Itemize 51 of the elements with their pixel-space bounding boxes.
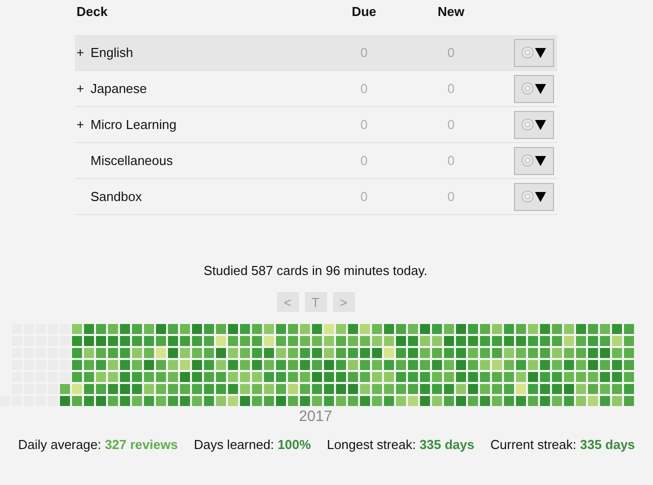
column-header: New [436, 4, 466, 19]
expand-toggle[interactable]: + [76, 81, 90, 96]
new-count: 0 [446, 45, 456, 60]
new-count: 0 [446, 81, 456, 96]
gear-icon [521, 118, 534, 131]
due-count: 0 [359, 45, 369, 60]
stat-value: 100% [278, 437, 311, 452]
deck-name[interactable]: Miscellaneous [90, 153, 173, 168]
caret-icon [535, 191, 546, 202]
deck-options-button[interactable] [514, 74, 554, 102]
stat-label: Daily average: 327 reviews [18, 437, 178, 452]
deck-row[interactable]: + Micro Learning 0 0 [74, 107, 556, 143]
gear-icon [521, 154, 534, 167]
caret-icon [535, 155, 546, 166]
deck-options-button[interactable] [514, 38, 554, 66]
caret-icon [535, 83, 546, 94]
expand-toggle[interactable]: + [76, 45, 90, 60]
stat-value: 335 days [580, 437, 635, 452]
deck-row[interactable]: + English 0 0 [74, 35, 556, 71]
deck-options-button[interactable] [514, 110, 554, 138]
due-count: 0 [359, 117, 369, 132]
deck-name[interactable]: English [90, 45, 134, 60]
stat-label: Longest streak: 335 days [326, 437, 474, 452]
column-header: Deck [76, 4, 109, 19]
deck-options-button[interactable] [514, 182, 554, 210]
new-count: 0 [446, 189, 456, 204]
deck-row[interactable]: Miscellaneous 0 0 [74, 143, 556, 179]
stat-value: 335 days [419, 437, 474, 452]
deck-name[interactable]: Sandbox [90, 189, 142, 204]
caret-icon [535, 47, 546, 58]
due-count: 0 [359, 153, 369, 168]
column-header: Due [350, 4, 378, 19]
deck-name[interactable]: Micro Learning [90, 117, 176, 132]
stat-label: Current streak: 335 days [490, 437, 635, 452]
stat-label: Days learned: 100% [194, 437, 311, 452]
gear-icon [521, 82, 534, 95]
stat-value: 327 reviews [104, 437, 178, 452]
new-count: 0 [446, 117, 456, 132]
gear-icon [521, 46, 534, 59]
new-count: 0 [446, 153, 456, 168]
due-count: 0 [359, 189, 369, 204]
caret-icon [535, 119, 546, 130]
deck-row[interactable]: + Japanese 0 0 [74, 71, 556, 107]
deck-name[interactable]: Japanese [90, 81, 147, 96]
studied-summary: Studied 587 cards in 96 minutes today. [204, 263, 428, 278]
gear-icon [521, 190, 534, 203]
due-count: 0 [359, 81, 369, 96]
deck-options-button[interactable] [514, 146, 554, 174]
expand-toggle[interactable]: + [76, 117, 90, 132]
heatmap-year: 2017 [298, 408, 332, 425]
deck-row[interactable]: Sandbox 0 0 [74, 179, 556, 215]
